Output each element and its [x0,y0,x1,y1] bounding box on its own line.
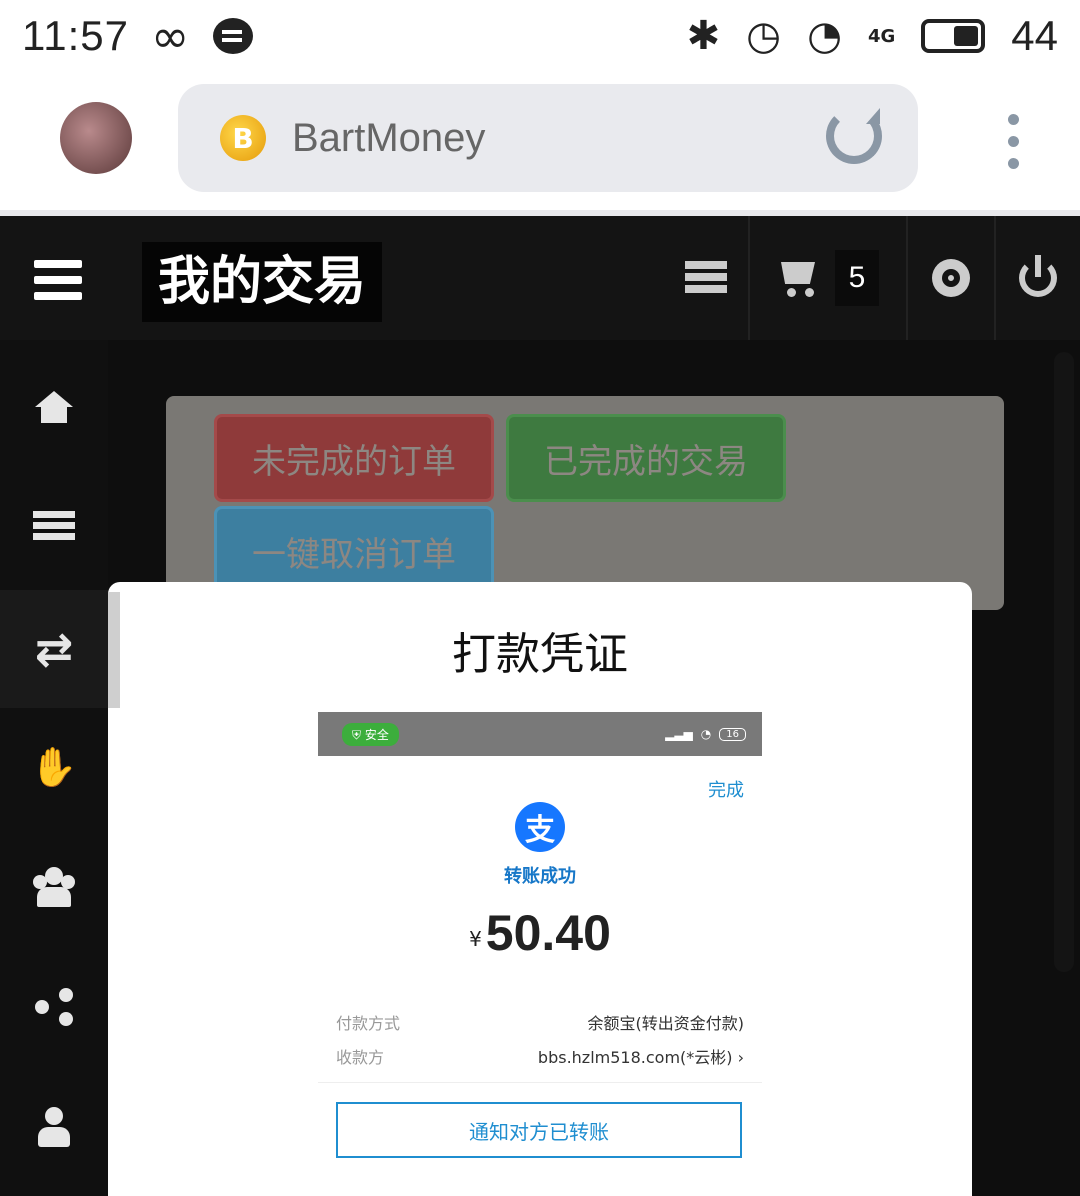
message-icon [213,18,254,54]
payee-label: 收款方 [336,1048,385,1067]
list-icon [33,511,75,543]
finished-transactions-button[interactable]: 已完成的交易 [506,414,786,502]
receipt-image: ⛨ 安全 ▂▃▅ ◔ 16 完成 支 转账成功 ¥50.40 付款方式 余额宝(… [318,712,762,1196]
user-icon [38,1107,70,1147]
browser-bar: B BartMoney [0,72,1080,210]
receipt-done-link: 完成 [708,780,744,801]
bluetooth-icon: ✱ [686,13,721,59]
orders-panel: 未完成的订单 已完成的交易 一键取消订单 [166,396,1004,610]
signal-icon: ▂▃▅ [665,727,693,741]
amount-value: 50.40 [485,905,611,961]
pay-method-row: 付款方式 余额宝(转出资金付款) [336,1010,744,1034]
sidebar-item-home[interactable] [0,348,108,466]
sidebar-item-share[interactable] [0,948,108,1066]
sidebar: ⇄ ✋ [0,340,108,1196]
battery-icon [921,19,986,53]
currency-symbol: ¥ [469,927,482,951]
payee-value: bbs.hzlm518.com(*云彬) › [537,1048,744,1067]
modal-title: 打款凭证 [452,629,628,680]
pay-method-value: 余额宝(转出资金付款) [587,1014,745,1033]
home-icon [35,391,73,423]
alarm-icon: ◷ [746,13,782,59]
menu-icon[interactable] [34,260,82,300]
battery-level: 44 [1011,12,1058,59]
infinity-icon: ∞ [151,9,190,63]
signal-icon: 4G [867,25,896,47]
app-header: 我的交易 5 [0,216,1080,340]
payee-row: 收款方 bbs.hzlm518.com(*云彬) › [336,1044,744,1068]
address-bar[interactable]: B BartMoney [178,84,918,192]
battery-icon: 16 [719,727,746,741]
settings-button[interactable] [906,216,994,340]
sidebar-item-profile[interactable] [0,1068,108,1186]
swap-arrows-icon: ⇄ [34,622,74,676]
unfinished-orders-button[interactable]: 未完成的订单 [214,414,494,502]
url-text: BartMoney [292,115,486,160]
users-icon [31,867,77,907]
transfer-amount: ¥50.40 [318,904,762,962]
status-bar: 11:57 ∞ ✱ ◷ ◔ 4G 44 [0,0,1080,72]
scrollbar[interactable] [1054,352,1074,972]
cart-count-badge: 5 [835,250,879,306]
receipt-status-bar: ⛨ 安全 ▂▃▅ ◔ 16 [318,712,762,756]
wifi-icon: ◔ [700,727,712,741]
payment-proof-modal: 打款凭证 ⛨ 安全 ▂▃▅ ◔ 16 完成 支 转账成功 ¥50.40 付款方式… [108,582,972,1196]
divider [318,1082,762,1083]
cart-button[interactable]: 5 [748,216,906,340]
handshake-icon: ✋ [30,744,78,789]
avatar[interactable] [60,102,132,174]
site-logo-icon: B [220,115,266,161]
transfer-success-text: 转账成功 [504,866,576,887]
server-list-icon [685,261,727,295]
page-title: 我的交易 [142,242,383,322]
orders-list-button[interactable] [664,216,748,340]
power-icon [1019,255,1057,297]
alipay-icon: 支 [515,802,565,852]
logout-button[interactable] [994,216,1080,340]
reload-icon[interactable] [826,108,882,164]
sidebar-item-deals[interactable]: ✋ [0,708,108,826]
pay-method-label: 付款方式 [336,1014,401,1033]
wifi-icon: ◔ [807,13,842,59]
safe-badge: ⛨ 安全 [342,722,399,746]
sidebar-item-list[interactable] [0,468,108,586]
sidebar-item-users[interactable] [0,828,108,946]
share-icon [35,988,73,1026]
cart-icon [777,258,821,298]
gear-icon [932,259,970,297]
notify-payee-button: 通知对方已转账 [336,1102,742,1158]
modal-scroll-edge [108,592,120,708]
sidebar-item-transactions[interactable]: ⇄ [0,590,108,708]
more-menu-icon[interactable] [1008,114,1020,170]
status-time: 11:57 [22,12,129,59]
